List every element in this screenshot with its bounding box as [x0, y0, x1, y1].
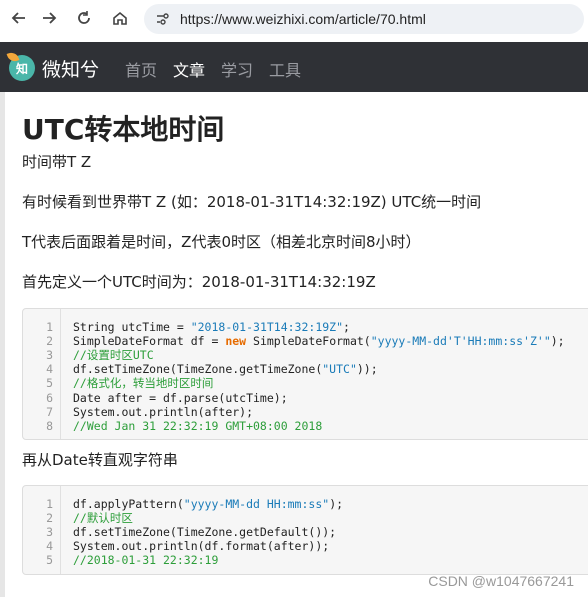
article-paragraph: 有时候看到世界带T Z (如：2018-01-31T14:32:19Z) UTC…: [22, 193, 482, 211]
forward-button[interactable]: [38, 7, 60, 29]
code-line: 6 Date after = df.parse(utcTime);: [23, 391, 588, 405]
home-button[interactable]: [109, 7, 131, 29]
line-number: 6: [46, 390, 53, 405]
code-block[interactable]: 1 String utcTime = "2018-01-31T14:32:19Z"…: [22, 308, 588, 440]
line-number: 1: [46, 320, 53, 334]
line-number: 2: [46, 334, 53, 349]
home-icon: [113, 11, 127, 25]
code-text: df.applyPattern("yyyy-MM-dd HH:mm:ss");: [73, 497, 344, 511]
arrow-right-icon: [43, 12, 57, 24]
code-text: df.setTimeZone(TimeZone.getTimeZone("UTC…: [73, 362, 378, 377]
code-line: 1 df.applyPattern("yyyy-MM-dd HH:mm:ss");: [23, 497, 588, 511]
code-text: //默认时区: [73, 511, 133, 526]
watermark: CSDN @w1047667241: [428, 573, 574, 589]
site-navbar: 知 微知兮 首页 文章 学习 工具: [0, 42, 588, 92]
url-text[interactable]: https://www.weizhixi.com/article/70.html: [180, 11, 426, 27]
nav-item[interactable]: 首页: [125, 57, 157, 81]
arrow-left-icon: [11, 12, 25, 24]
line-number: 1: [46, 497, 53, 511]
nav-item[interactable]: 工具: [269, 57, 301, 81]
line-number: 4: [46, 362, 53, 377]
article-title: UTC转本地时间: [22, 113, 225, 146]
nav-item[interactable]: 文章: [173, 57, 205, 81]
page-left-accent: [0, 92, 5, 597]
code-text: System.out.println(after);: [73, 404, 254, 419]
line-number: 3: [46, 348, 53, 363]
browser-toolbar: https://www.weizhixi.com/article/70.html: [0, 0, 588, 38]
code-line: 2 //默认时区: [23, 511, 588, 525]
code-line: 5 //2018-01-31 22:32:19: [23, 553, 588, 567]
line-number: 4: [46, 539, 53, 554]
code-text: Date after = df.parse(utcTime);: [73, 390, 288, 405]
logo-char: 知: [15, 61, 28, 76]
code-line: 4 System.out.println(df.format(after));: [23, 539, 588, 553]
code-line: 7 System.out.println(after);: [23, 405, 588, 419]
code-line: 3 df.setTimeZone(TimeZone.getDefault());: [23, 525, 588, 539]
line-number: 8: [46, 418, 53, 433]
code-text: //设置时区UTC: [73, 348, 154, 363]
site-settings-icon[interactable]: [154, 11, 170, 27]
line-number: 5: [46, 553, 53, 568]
line-number: 5: [46, 376, 53, 391]
address-bar[interactable]: https://www.weizhixi.com/article/70.html: [144, 4, 584, 34]
article-paragraph: 首先定义一个UTC时间为：2018-01-31T14:32:19Z: [22, 273, 376, 291]
code-text: String utcTime = "2018-01-31T14:32:19Z";: [73, 320, 350, 334]
code-text: df.setTimeZone(TimeZone.getDefault());: [73, 525, 337, 540]
code-text: System.out.println(df.format(after));: [73, 539, 330, 554]
code-line: 5 //格式化，转当地时区时间: [23, 376, 588, 390]
code-text: //2018-01-31 22:32:19: [73, 553, 219, 568]
article-paragraph: 时间带T Z: [22, 153, 92, 171]
nav-item[interactable]: 学习: [221, 57, 253, 81]
code-line: 2 SimpleDateFormat df = new SimpleDateFor…: [23, 334, 588, 348]
site-brand[interactable]: 微知兮: [42, 55, 99, 82]
reload-button[interactable]: [73, 7, 95, 29]
line-number: 3: [46, 525, 53, 540]
code-block[interactable]: 1 df.applyPattern("yyyy-MM-dd HH:mm:ss");…: [22, 485, 588, 575]
line-number: 2: [46, 511, 53, 526]
code-text: SimpleDateFormat df = new SimpleDateForm…: [73, 334, 565, 349]
article-paragraph: 再从Date转直观字符串: [22, 451, 178, 469]
code-line: 3 //设置时区UTC: [23, 348, 588, 362]
reload-icon: [78, 11, 90, 24]
code-line: 1 String utcTime = "2018-01-31T14:32:19Z"…: [23, 320, 588, 334]
code-line: 8 //Wed Jan 31 22:32:19 GMT+08:00 2018: [23, 419, 588, 433]
code-line: 4 df.setTimeZone(TimeZone.getTimeZone("UT…: [23, 362, 588, 376]
code-text: //格式化，转当地时区时间: [73, 376, 214, 391]
article-paragraph: T代表后面跟着是时间，Z代表0时区（相差北京时间8小时）: [22, 233, 421, 251]
code-text: //Wed Jan 31 22:32:19 GMT+08:00 2018: [73, 418, 323, 433]
line-number: 7: [46, 404, 53, 419]
back-button[interactable]: [8, 7, 30, 29]
